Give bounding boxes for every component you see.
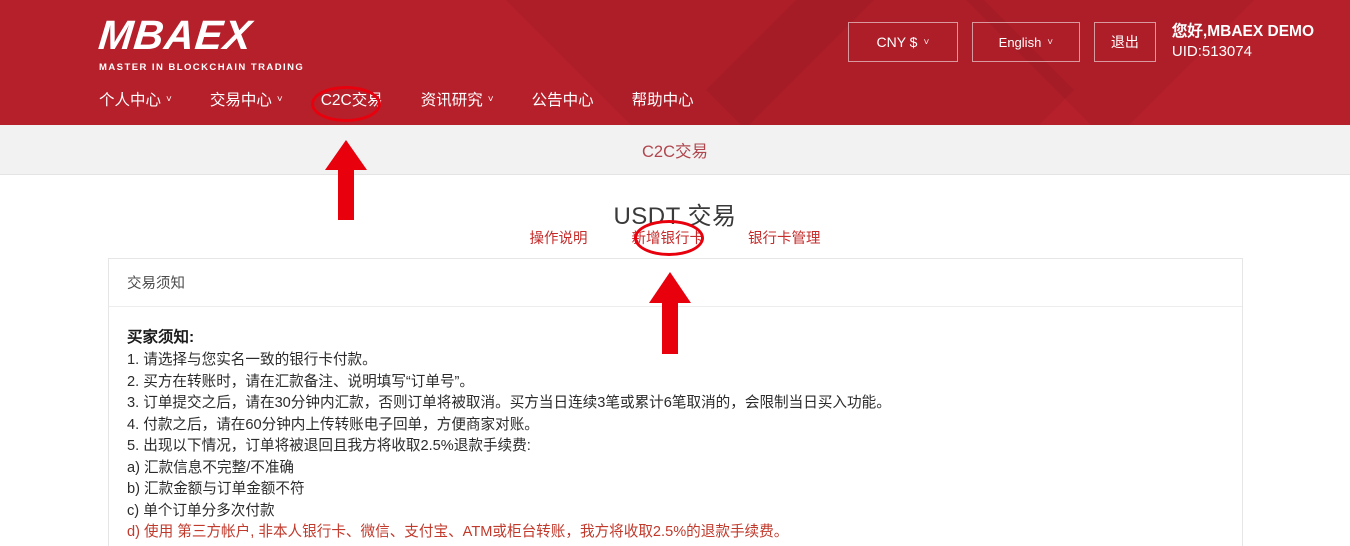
user-greeting: 您好,MBAEX DEMO (1171, 23, 1314, 40)
nav-item-help-center[interactable]: 帮助中心 (632, 88, 694, 110)
header-controls: CNY $ ˅ English ˅ 退出 您好,MBAEX DEMO UID:5… (847, 22, 1350, 62)
chevron-down-icon: ˅ (1047, 36, 1054, 48)
nav-label: 个人中心 (99, 92, 162, 109)
notice-line: 2. 买方在转账时，请在汇款备注、说明填写“订单号”。 (127, 373, 475, 390)
chevron-down-icon: ˅ (487, 93, 494, 105)
link-add-bank-card[interactable]: 新增银行卡 (632, 227, 705, 248)
language-label: English (998, 34, 1042, 50)
language-selector[interactable]: English ˅ (971, 22, 1080, 62)
site-logo[interactable]: MBAEX MASTER IN BLOCKCHAIN TRADING (96, 12, 305, 73)
currency-selector[interactable]: CNY $ ˅ (847, 22, 958, 62)
user-info: 您好,MBAEX DEMO UID:513074 (1172, 22, 1314, 62)
buyer-notice-title: 买家须知: (127, 329, 195, 346)
chevron-down-icon: ˅ (166, 93, 172, 105)
link-bank-card-management[interactable]: 银行卡管理 (748, 227, 821, 248)
notice-line: a) 汇款信息不完整/不准确 (127, 459, 295, 476)
link-operation-guide[interactable]: 操作说明 (530, 227, 588, 248)
panel-body: 买家须知: 1. 请选择与您实名一致的银行卡付款。 2. 买方在转账时，请在汇款… (109, 307, 1242, 544)
notice-line: b) 汇款金额与订单金额不符 (127, 481, 305, 497)
notice-line: 5. 出现以下情况，订单将被退回且我方将收取2.5%退款手续费: (127, 438, 531, 454)
notice-line: 1. 请选择与您实名一致的银行卡付款。 (127, 352, 377, 368)
breadcrumb: C2C交易 (641, 142, 708, 161)
nav-item-announcements[interactable]: 公告中心 (532, 88, 594, 110)
currency-label: CNY $ (876, 34, 918, 50)
nav-label: 帮助中心 (631, 92, 694, 109)
nav-label: 交易中心 (209, 92, 272, 109)
user-uid: UID:513074 (1171, 43, 1252, 61)
nav-label: 公告中心 (531, 92, 594, 109)
panel-header: 交易须知 (109, 259, 1242, 307)
logout-button[interactable]: 退出 (1093, 22, 1156, 62)
main-navigation: 个人中心 ˅ 交易中心 ˅ C2C交易 资讯研究 ˅ 公告中心 帮助中心 (99, 88, 732, 110)
page-title: USDT 交易 (613, 203, 737, 230)
nav-label: 资讯研究 (420, 92, 483, 109)
nav-label: C2C交易 (320, 92, 383, 109)
trading-notice-panel: 交易须知 买家须知: 1. 请选择与您实名一致的银行卡付款。 2. 买方在转账时… (108, 258, 1243, 546)
nav-item-research[interactable]: 资讯研究 ˅ (421, 88, 494, 110)
sub-link-row: 操作说明 新增银行卡 银行卡管理 (0, 227, 1350, 248)
logo-tagline: MASTER IN BLOCKCHAIN TRADING (99, 62, 305, 73)
logo-wordmark: MBAEX (96, 12, 255, 58)
site-header: MBAEX MASTER IN BLOCKCHAIN TRADING CNY $… (0, 0, 1350, 125)
nav-item-trading-center[interactable]: 交易中心 ˅ (210, 88, 283, 110)
logout-label: 退出 (1110, 34, 1139, 50)
notice-line-warning: d) 使用 第三方帐户, 非本人银行卡、微信、支付宝、ATM或柜台转账，我方将收… (127, 524, 789, 540)
chevron-down-icon: ˅ (923, 36, 930, 48)
chevron-down-icon: ˅ (276, 93, 283, 105)
notice-line: c) 单个订单分多次付款 (127, 502, 275, 519)
breadcrumb-bar: C2C交易 (0, 125, 1350, 175)
nav-item-c2c-trading[interactable]: C2C交易 (321, 88, 383, 110)
nav-item-personal-center[interactable]: 个人中心 ˅ (99, 88, 172, 110)
page-root: MBAEX MASTER IN BLOCKCHAIN TRADING CNY $… (0, 0, 1350, 546)
notice-line: 4. 付款之后，请在60分钟内上传转账电子回单，方便商家对账。 (127, 416, 539, 433)
notice-line: 3. 订单提交之后，请在30分钟内汇款，否则订单将被取消。买方当日连续3笔或累计… (127, 395, 891, 411)
